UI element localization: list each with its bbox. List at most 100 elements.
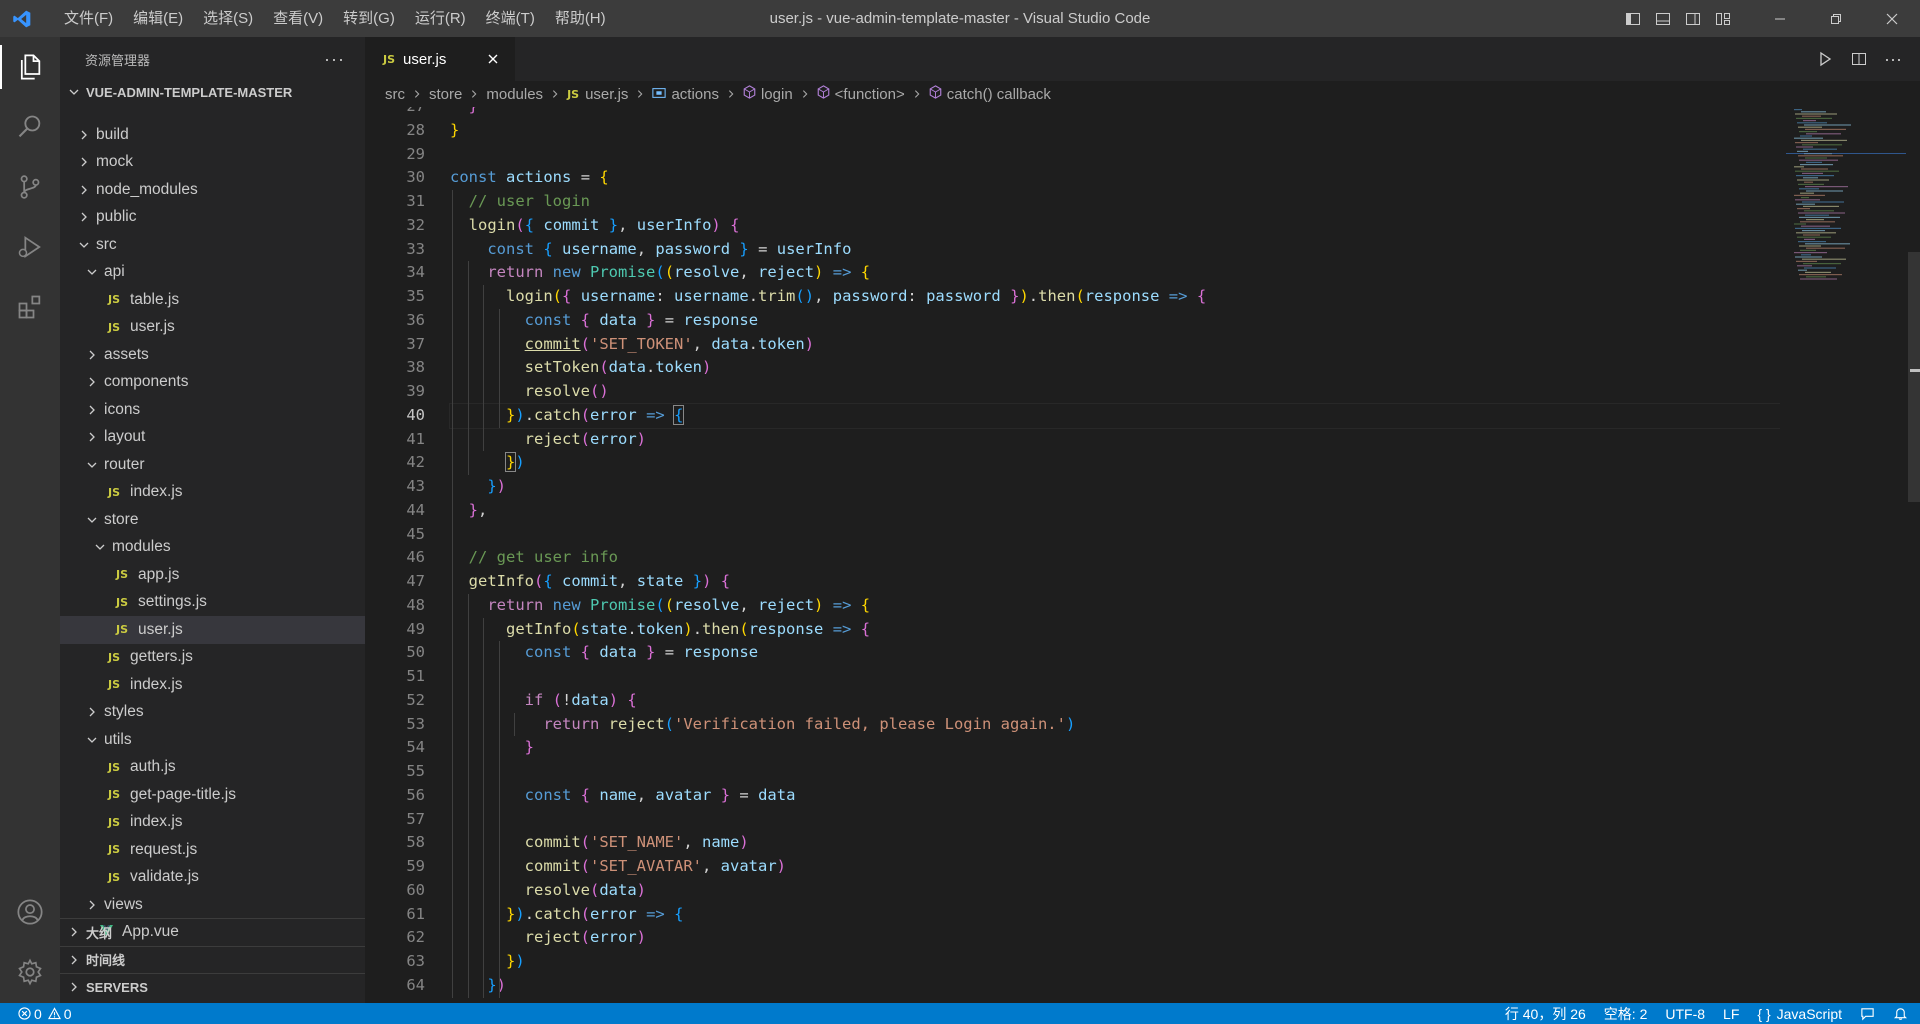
eol-setting[interactable]: LF	[1714, 1003, 1748, 1024]
outline-pane-header[interactable]: 大纲	[60, 918, 365, 946]
search-icon[interactable]	[0, 97, 60, 157]
feedback-icon[interactable]	[1851, 1003, 1884, 1024]
split-editor-icon[interactable]	[1842, 37, 1876, 81]
notifications-bell-icon[interactable]	[1884, 1003, 1920, 1024]
close-window-icon[interactable]	[1864, 0, 1920, 37]
run-debug-icon[interactable]	[0, 217, 60, 277]
servers-pane-header[interactable]: SERVERS	[60, 973, 365, 1001]
tree-file[interactable]: JS index.js	[60, 809, 365, 837]
tree-folder[interactable]: api	[60, 259, 365, 287]
tree-item-label: table.js	[130, 290, 180, 308]
tree-folder[interactable]: icons	[60, 396, 365, 424]
line-number: 27	[365, 107, 425, 119]
menu-item[interactable]: 运行(R)	[405, 0, 476, 37]
scrollbar-thumb[interactable]	[1908, 252, 1920, 502]
tree-folder[interactable]: components	[60, 369, 365, 397]
tree-folder[interactable]: views	[60, 891, 365, 919]
editor-area: JS user.js ··· src store modules JS user.js a…	[365, 37, 1920, 1003]
tree-folder[interactable]: assets	[60, 341, 365, 369]
restore-icon[interactable]	[1808, 0, 1864, 37]
tree-file[interactable]: JS getters.js	[60, 644, 365, 672]
tree-folder[interactable]: mock	[60, 149, 365, 177]
code-line: const { name, avatar } = data	[524, 785, 796, 804]
accounts-icon[interactable]	[0, 882, 60, 942]
menu-item[interactable]: 帮助(H)	[545, 0, 616, 37]
tree-folder[interactable]: build	[60, 121, 365, 149]
extensions-icon[interactable]	[0, 277, 60, 337]
tree-folder[interactable]: store	[60, 506, 365, 534]
code-editor[interactable]: 2728 29 30 31 32 33 34 35 36 37 38 39 40 41 42 43 44 45 46…	[365, 107, 1780, 1003]
breadcrumb-item[interactable]: store	[429, 86, 462, 103]
breadcrumb-label: <function>	[834, 85, 905, 103]
line-number: 61	[406, 904, 425, 923]
chevron-down-icon	[84, 459, 100, 471]
chevron-right-icon	[412, 86, 422, 103]
breadcrumb-item[interactable]: actions	[652, 86, 719, 103]
workspace-root-folder[interactable]: VUE-ADMIN-TEMPLATE-MASTER	[60, 81, 365, 103]
timeline-pane-header[interactable]: 时间线	[60, 945, 365, 974]
tree-file[interactable]: JS settings.js	[60, 589, 365, 617]
tree-folder[interactable]: public	[60, 204, 365, 232]
breadcrumb-item[interactable]: login	[743, 85, 793, 103]
toggle-panel-icon[interactable]	[1648, 0, 1678, 37]
toggle-primary-sidebar-icon[interactable]	[1618, 0, 1648, 37]
manage-gear-icon[interactable]	[0, 942, 60, 1002]
breadcrumb-label: login	[760, 85, 793, 103]
tree-file[interactable]: JS request.js	[60, 836, 365, 864]
tree-file[interactable]: JS user.js	[60, 616, 365, 644]
tree-item-label: views	[104, 895, 143, 913]
tree-folder[interactable]: layout	[60, 424, 365, 452]
breadcrumb-item[interactable]: <function>	[817, 85, 905, 103]
tree-file[interactable]: JS index.js	[60, 671, 365, 699]
tree-file[interactable]: JS get-page-title.js	[60, 781, 365, 809]
more-actions-icon[interactable]: ···	[324, 49, 345, 70]
tree-file[interactable]: JS validate.js	[60, 864, 365, 892]
cursor-position[interactable]: 行 40，列 26	[1496, 1003, 1595, 1024]
line-number: 51	[406, 667, 425, 685]
source-control-icon[interactable]	[0, 157, 60, 217]
tree-item-label: get-page-title.js	[130, 785, 236, 803]
close-tab-icon[interactable]	[483, 49, 503, 69]
tree-folder[interactable]: modules	[60, 534, 365, 562]
tree-folder[interactable]: utils	[60, 726, 365, 754]
tree-folder[interactable]: src	[60, 231, 365, 259]
explorer-icon[interactable]	[0, 37, 60, 97]
menu-item[interactable]: 查看(V)	[263, 0, 333, 37]
encoding-setting[interactable]: UTF-8	[1656, 1003, 1714, 1024]
tree-item-label: store	[104, 510, 139, 528]
menu-item[interactable]: 选择(S)	[193, 0, 263, 37]
menu-item[interactable]: 文件(F)	[54, 0, 123, 37]
error-count: 0	[34, 1005, 42, 1022]
vertical-scrollbar[interactable]	[1906, 107, 1920, 1003]
line-number: 48	[406, 595, 425, 614]
tree-folder[interactable]: node_modules	[60, 176, 365, 204]
menu-item[interactable]: 编辑(E)	[123, 0, 193, 37]
breadcrumb-item[interactable]: src	[385, 86, 405, 103]
language-mode[interactable]: { } JavaScript	[1748, 1003, 1851, 1024]
code-line: reject(error)	[524, 928, 647, 947]
tree-folder[interactable]: styles	[60, 699, 365, 727]
tree-file[interactable]: JS app.js	[60, 561, 365, 589]
run-file-icon[interactable]	[1808, 37, 1842, 81]
customize-layout-icon[interactable]	[1708, 0, 1738, 37]
editor-more-actions-icon[interactable]: ···	[1876, 37, 1910, 81]
breadcrumb-item[interactable]: modules	[486, 86, 543, 103]
minimap[interactable]	[1786, 107, 1906, 1003]
menu-item[interactable]: 转到(G)	[333, 0, 405, 37]
tree-file[interactable]: JS index.js	[60, 479, 365, 507]
minimize-icon[interactable]	[1752, 0, 1808, 37]
menu-item[interactable]: 终端(T)	[476, 0, 545, 37]
tree-folder[interactable]: router	[60, 451, 365, 479]
toggle-secondary-sidebar-icon[interactable]	[1678, 0, 1708, 37]
breadcrumb-item[interactable]: JS user.js	[567, 86, 628, 103]
js-file-icon: JS	[108, 320, 121, 334]
indentation-setting[interactable]: 空格: 2	[1595, 1003, 1657, 1024]
problems-indicator[interactable]: 0 0	[0, 1003, 81, 1024]
tree-file[interactable]: JS auth.js	[60, 754, 365, 782]
tab-user-js[interactable]: JS user.js	[365, 37, 515, 81]
tree-file[interactable]: JS user.js	[60, 314, 365, 342]
tree-file[interactable]: JS table.js	[60, 286, 365, 314]
line-number: 34	[406, 263, 425, 282]
breadcrumb-item[interactable]: catch() callback	[929, 85, 1051, 103]
chevron-down-icon	[66, 86, 82, 98]
